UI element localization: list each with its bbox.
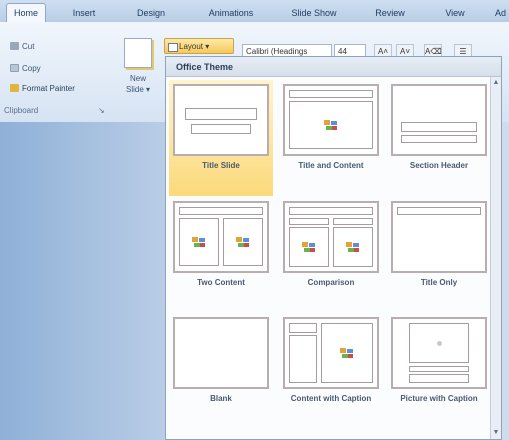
tab-slide-show[interactable]: Slide Show <box>286 5 342 21</box>
two-content-thumbnail <box>173 201 269 273</box>
layout-title-slide[interactable]: Title Slide <box>169 80 273 196</box>
format-painter-label: Format Painter <box>22 84 75 93</box>
tab-review[interactable]: Review <box>370 5 410 21</box>
title-placeholder <box>401 122 477 132</box>
picture-icon <box>192 237 206 248</box>
layout-label: Two Content <box>197 278 245 287</box>
layout-label: Section Header <box>409 161 469 170</box>
layout-title-and-content[interactable]: Title and Content <box>279 80 383 196</box>
clipboard-group-label: Clipboard <box>4 106 39 115</box>
copy-icon <box>10 64 19 72</box>
blank-thumbnail <box>173 317 269 389</box>
layout-label: Comparison <box>307 278 355 287</box>
new-slide-icon[interactable] <box>124 38 152 68</box>
copy-label: Copy <box>22 64 41 73</box>
caption-placeholder <box>409 374 469 383</box>
picture-icon <box>324 120 338 131</box>
layout-gallery: Office Theme ▲ ▼ Title Slide Title and C… <box>165 56 502 440</box>
layout-title-only[interactable]: Title Only <box>387 197 491 313</box>
title-placeholder <box>289 207 373 215</box>
tab-insert[interactable]: Insert <box>66 5 102 21</box>
slides-pane <box>0 122 165 440</box>
layout-label: Content with Caption <box>290 394 372 403</box>
new-slide-label-2: Slide <box>126 85 144 94</box>
dialog-launcher-icon[interactable]: ↘ <box>98 106 105 115</box>
layout-section-header[interactable]: Section Header <box>387 80 491 196</box>
layout-comparison[interactable]: Comparison <box>279 197 383 313</box>
content-right-placeholder <box>223 218 263 266</box>
heading-left-placeholder <box>289 218 329 225</box>
tab-home[interactable]: Home <box>6 3 46 23</box>
layout-label: Picture with Caption <box>400 394 478 403</box>
layout-blank[interactable]: Blank <box>169 313 273 429</box>
title-placeholder <box>185 108 257 120</box>
layout-label: Title Only <box>420 278 458 287</box>
title-placeholder <box>289 323 317 333</box>
picture-placeholder <box>409 323 469 363</box>
scissors-icon <box>10 42 19 50</box>
content-caption-thumbnail <box>283 317 379 389</box>
tab-animations[interactable]: Animations <box>198 5 264 21</box>
section-header-thumbnail <box>391 84 487 156</box>
tab-view[interactable]: View <box>440 5 470 21</box>
new-slide-label-1[interactable]: New <box>130 74 146 83</box>
picture-caption-thumbnail <box>391 317 487 389</box>
format-painter-button[interactable]: Format Painter <box>10 84 75 93</box>
picture-icon <box>340 348 354 359</box>
layout-label: Layout <box>179 42 204 51</box>
layout-icon <box>168 43 178 52</box>
content-left-placeholder <box>179 218 219 266</box>
new-slide-button[interactable]: Slide ▾ <box>126 85 150 94</box>
layout-label: Title Slide <box>202 161 240 170</box>
title-placeholder <box>179 207 263 215</box>
title-placeholder <box>397 207 481 215</box>
heading-right-placeholder <box>333 218 373 225</box>
subtitle-placeholder <box>191 124 251 134</box>
content-right-placeholder <box>333 227 373 267</box>
scroll-up-icon[interactable]: ▲ <box>492 79 500 87</box>
picture-icon <box>437 341 442 346</box>
scroll-down-icon[interactable]: ▼ <box>492 429 500 437</box>
layout-two-content[interactable]: Two Content <box>169 197 273 313</box>
content-placeholder <box>289 101 373 149</box>
picture-icon <box>236 237 250 248</box>
title-only-thumbnail <box>391 201 487 273</box>
ribbon-tab-bar: Home Insert Design Animations Slide Show… <box>0 0 509 23</box>
title-slide-thumbnail <box>173 84 269 156</box>
copy-button[interactable]: Copy <box>10 64 41 73</box>
comparison-thumbnail <box>283 201 379 273</box>
cut-label: Cut <box>22 42 35 51</box>
picture-icon <box>302 242 316 253</box>
caption-placeholder <box>289 335 317 383</box>
gallery-scrollbar[interactable]: ▲ ▼ <box>490 77 501 439</box>
tab-design[interactable]: Design <box>128 5 174 21</box>
title-placeholder <box>409 366 469 372</box>
gallery-header: Office Theme <box>166 57 501 77</box>
content-placeholder <box>321 323 373 383</box>
paintbrush-icon <box>10 84 19 92</box>
text-placeholder <box>401 135 477 143</box>
title-placeholder <box>289 90 373 98</box>
layout-label: Title and Content <box>298 161 364 170</box>
content-left-placeholder <box>289 227 329 267</box>
tab-addins[interactable]: Ad <box>492 5 509 21</box>
title-content-thumbnail <box>283 84 379 156</box>
layout-content-with-caption[interactable]: Content with Caption <box>279 313 383 429</box>
layout-label: Blank <box>210 394 232 403</box>
layout-button[interactable]: Layout ▾ <box>164 38 234 54</box>
layout-picture-with-caption[interactable]: Picture with Caption <box>387 313 491 429</box>
picture-icon <box>346 242 360 253</box>
cut-button[interactable]: Cut <box>10 42 34 51</box>
